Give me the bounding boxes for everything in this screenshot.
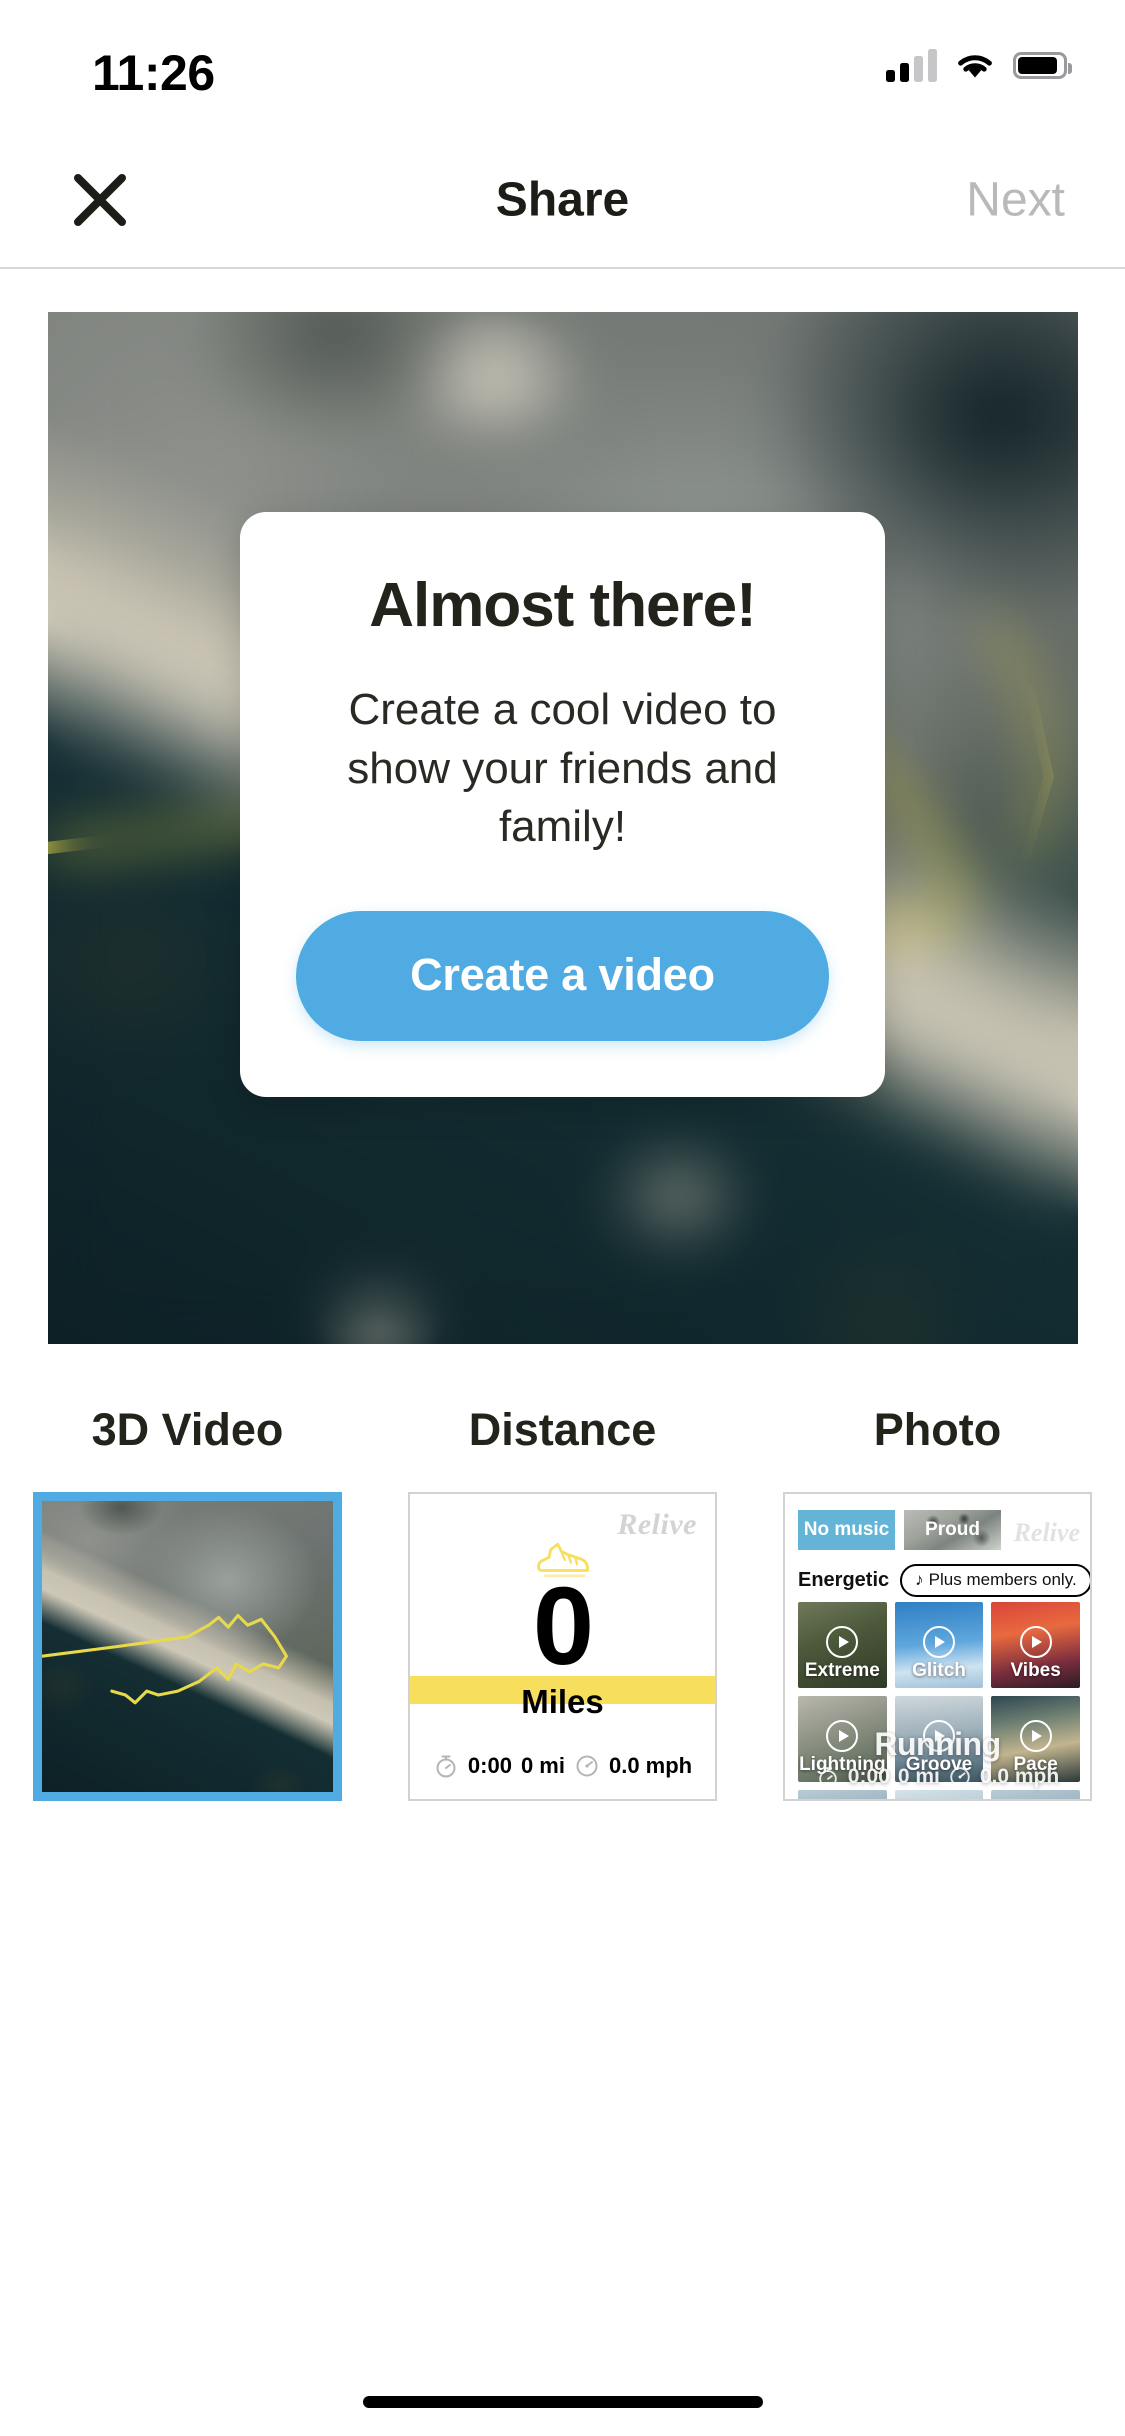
track-name: Groove bbox=[905, 1754, 973, 1775]
music-track-groove[interactable]: Groove bbox=[894, 1696, 984, 1782]
distance-stats-row: 0:00 0 mi 0.0 mph bbox=[410, 1753, 715, 1779]
relive-logo: Relive bbox=[617, 1508, 697, 1541]
modal-title: Almost there! bbox=[369, 571, 757, 640]
template-label: Photo bbox=[873, 1404, 1002, 1455]
wifi-icon bbox=[958, 54, 992, 77]
home-indicator[interactable] bbox=[362, 2396, 763, 2408]
genre-row: Energetic ♪ Plus members only. bbox=[798, 1564, 1090, 1597]
music-track-lightning[interactable]: Lightning bbox=[798, 1696, 887, 1782]
modal-description: Create a cool video to show your friends… bbox=[347, 685, 778, 852]
stopwatch-icon bbox=[436, 1755, 456, 1778]
navigation-bar: Share Next bbox=[0, 132, 1125, 269]
chip-no-music[interactable]: No music bbox=[798, 1510, 895, 1550]
cellular-bars-icon bbox=[886, 48, 937, 82]
music-note-icon: ♪ bbox=[915, 1570, 924, 1589]
track-name: Glitch bbox=[912, 1660, 966, 1681]
music-track-grid: Extreme Glitch Vibes Lightning Groove Pa… bbox=[798, 1602, 1080, 1799]
page-title: Share bbox=[495, 173, 630, 226]
distance-stat-value: 0 mi bbox=[520, 1753, 565, 1778]
music-track-extreme[interactable]: Extreme bbox=[798, 1602, 887, 1688]
almost-there-modal: Almost there! Create a cool video to sho… bbox=[240, 512, 885, 1097]
create-a-video-button[interactable]: Create a video bbox=[296, 910, 829, 1041]
play-circle-icon[interactable] bbox=[922, 1625, 955, 1658]
speed-value: 0.0 mph bbox=[608, 1753, 693, 1778]
battery-icon bbox=[1013, 51, 1072, 79]
template-carousel: 3D Video Distance Relive 0 Miles 0:00 0 … bbox=[0, 1404, 1125, 1801]
music-track-extra-1[interactable] bbox=[798, 1790, 887, 1799]
track-name: Vibes bbox=[1010, 1660, 1061, 1681]
track-name: Extreme bbox=[804, 1660, 880, 1681]
track-name: Pace bbox=[1013, 1754, 1058, 1775]
template-thumbnail-photo[interactable]: Relive No music Proud Energetic ♪ Plus m… bbox=[783, 1492, 1092, 1801]
template-thumbnail-distance[interactable]: Relive 0 Miles 0:00 0 mi 0.0 mph bbox=[408, 1492, 717, 1801]
status-bar-indicators bbox=[886, 48, 1072, 82]
play-circle-icon[interactable] bbox=[922, 1719, 955, 1752]
plus-members-only-pill[interactable]: ♪ Plus members only. bbox=[900, 1564, 1090, 1597]
next-button[interactable]: Next bbox=[966, 172, 1065, 227]
music-track-extra-3[interactable] bbox=[991, 1790, 1080, 1799]
template-label: Distance bbox=[468, 1404, 657, 1455]
track-name: Lightning bbox=[799, 1754, 886, 1775]
template-label: 3D Video bbox=[91, 1404, 284, 1455]
play-circle-icon[interactable] bbox=[826, 1625, 859, 1658]
map-thumbnail bbox=[42, 1501, 333, 1792]
chip-proud[interactable]: Proud bbox=[904, 1510, 1001, 1550]
status-bar: 11:26 bbox=[0, 0, 1125, 132]
music-track-glitch[interactable]: Glitch bbox=[894, 1602, 984, 1688]
music-track-extra-2[interactable] bbox=[894, 1790, 984, 1799]
route-track-icon bbox=[42, 1613, 288, 1705]
play-circle-icon[interactable] bbox=[826, 1719, 859, 1752]
music-track-pace[interactable]: Pace bbox=[991, 1696, 1080, 1782]
distance-unit: Miles bbox=[521, 1683, 604, 1721]
template-thumbnail-3d-video[interactable] bbox=[33, 1492, 342, 1801]
play-circle-icon[interactable] bbox=[1019, 1719, 1052, 1752]
duration-value: 0:00 bbox=[467, 1753, 512, 1778]
status-bar-clock: 11:26 bbox=[92, 45, 215, 101]
template-option-photo[interactable]: Photo Relive No music Proud Energetic ♪ bbox=[750, 1404, 1125, 1801]
plus-pill-label: Plus members only. bbox=[928, 1570, 1077, 1589]
relive-logo: Relive bbox=[1013, 1518, 1080, 1547]
play-circle-icon[interactable] bbox=[1019, 1625, 1052, 1658]
template-option-3d-video[interactable]: 3D Video bbox=[0, 1404, 375, 1801]
speedometer-icon bbox=[576, 1755, 598, 1777]
genre-label: Energetic bbox=[798, 1569, 890, 1591]
distance-value: 0 bbox=[532, 1565, 594, 1688]
template-option-distance[interactable]: Distance Relive 0 Miles 0:00 0 mi 0.0 mp… bbox=[375, 1404, 750, 1801]
music-track-vibes[interactable]: Vibes bbox=[991, 1602, 1080, 1688]
music-chip-row: No music Proud bbox=[798, 1510, 1001, 1550]
